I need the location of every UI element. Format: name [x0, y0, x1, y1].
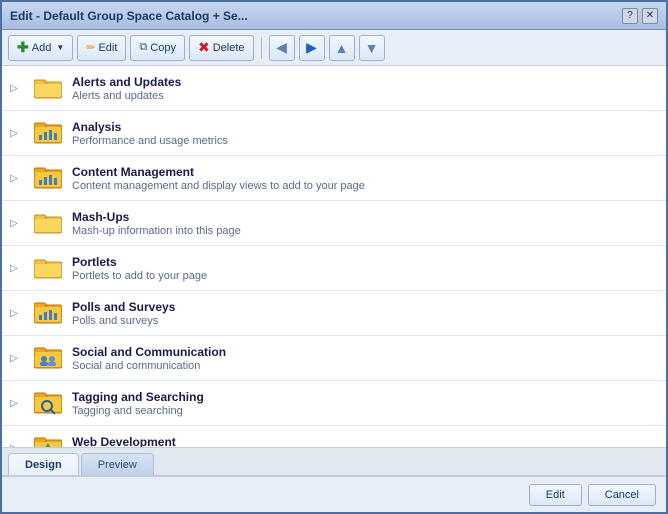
add-label: Add [32, 42, 52, 54]
copy-button[interactable]: ⧉ Copy [130, 35, 185, 61]
item-text-webdev: Web Development Web development [72, 435, 658, 449]
list-item-mashups[interactable]: ▷ Mash-Ups Mash-up information into this… [2, 201, 666, 246]
item-text-tagging: Tagging and Searching Tagging and search… [72, 390, 658, 417]
item-text-polls: Polls and Surveys Polls and surveys [72, 300, 658, 327]
delete-icon: ✖ [198, 39, 210, 56]
item-text-mashups: Mash-Ups Mash-up information into this p… [72, 210, 658, 237]
footer-edit-button[interactable]: Edit [529, 484, 582, 506]
main-window: Edit - Default Group Space Catalog + Se.… [0, 0, 668, 514]
item-icon-social [32, 342, 64, 374]
copy-icon: ⧉ [139, 41, 147, 54]
item-title: Alerts and Updates [72, 75, 658, 89]
item-title: Content Management [72, 165, 658, 179]
list-item-webdev[interactable]: ▷ Web Development Web development [2, 426, 666, 448]
window-title: Edit - Default Group Space Catalog + Se.… [10, 9, 248, 23]
list-item-social[interactable]: ▷ Social and Communication Social and co… [2, 336, 666, 381]
bottom-bar: Edit Cancel [2, 476, 666, 512]
expand-arrow: ▷ [10, 83, 24, 94]
nav-down-button[interactable]: ▼ [359, 35, 385, 61]
add-button[interactable]: ✚ Add ▼ [8, 35, 73, 61]
item-text-content: Content Management Content management an… [72, 165, 658, 192]
item-icon-polls [32, 297, 64, 329]
catalog-list: ▷ Alerts and Updates Alerts and updates … [2, 66, 666, 448]
list-item-polls[interactable]: ▷ Polls and Surveys Polls and surveys [2, 291, 666, 336]
expand-arrow: ▷ [10, 263, 24, 274]
expand-arrow: ▷ [10, 128, 24, 139]
nav-down-icon: ▼ [365, 40, 379, 56]
item-title: Portlets [72, 255, 658, 269]
item-subtitle: Alerts and updates [72, 90, 658, 102]
expand-arrow: ▷ [10, 398, 24, 409]
item-text-alerts: Alerts and Updates Alerts and updates [72, 75, 658, 102]
nav-up-button[interactable]: ▲ [329, 35, 355, 61]
item-title: Social and Communication [72, 345, 658, 359]
nav-right-button[interactable]: ▶ [299, 35, 325, 61]
item-text-analysis: Analysis Performance and usage metrics [72, 120, 658, 147]
tabs-area: DesignPreview [2, 448, 666, 476]
item-subtitle: Mash-up information into this page [72, 225, 658, 237]
list-item-portlets[interactable]: ▷ Portlets Portlets to add to your page [2, 246, 666, 291]
item-subtitle: Portlets to add to your page [72, 270, 658, 282]
toolbar: ✚ Add ▼ ✏ Edit ⧉ Copy ✖ Delete ◀ ▶ ▲ [2, 30, 666, 66]
item-title: Mash-Ups [72, 210, 658, 224]
item-title: Web Development [72, 435, 658, 449]
expand-arrow: ▷ [10, 218, 24, 229]
expand-arrow: ▷ [10, 353, 24, 364]
item-text-social: Social and Communication Social and comm… [72, 345, 658, 372]
copy-label: Copy [150, 42, 176, 54]
title-bar: Edit - Default Group Space Catalog + Se.… [2, 2, 666, 30]
add-dropdown-icon: ▼ [56, 43, 64, 52]
nav-up-icon: ▲ [335, 40, 349, 56]
nav-right-icon: ▶ [306, 39, 317, 56]
close-button[interactable]: ✕ [642, 8, 658, 24]
item-title: Tagging and Searching [72, 390, 658, 404]
tab-preview[interactable]: Preview [81, 453, 154, 475]
list-item-analysis[interactable]: ▷ Analysis Performance and usage metrics [2, 111, 666, 156]
nav-left-button[interactable]: ◀ [269, 35, 295, 61]
list-item-tagging[interactable]: ▷ Tagging and Searching Tagging and sear… [2, 381, 666, 426]
nav-left-icon: ◀ [276, 39, 287, 56]
item-title: Polls and Surveys [72, 300, 658, 314]
item-icon-portlets [32, 252, 64, 284]
help-button[interactable]: ? [622, 8, 638, 24]
toolbar-separator [261, 37, 262, 59]
footer-cancel-button[interactable]: Cancel [588, 484, 656, 506]
delete-button[interactable]: ✖ Delete [189, 35, 254, 61]
item-subtitle: Social and communication [72, 360, 658, 372]
item-icon-tagging [32, 387, 64, 419]
item-icon-alerts [32, 72, 64, 104]
list-item-alerts[interactable]: ▷ Alerts and Updates Alerts and updates [2, 66, 666, 111]
item-text-portlets: Portlets Portlets to add to your page [72, 255, 658, 282]
item-title: Analysis [72, 120, 658, 134]
edit-icon: ✏ [86, 41, 95, 54]
add-icon: ✚ [17, 39, 29, 56]
list-item-content[interactable]: ▷ Content Management Content management … [2, 156, 666, 201]
item-subtitle: Polls and surveys [72, 315, 658, 327]
tab-design[interactable]: Design [8, 453, 79, 475]
item-icon-content [32, 162, 64, 194]
item-icon-mashups [32, 207, 64, 239]
edit-button[interactable]: ✏ Edit [77, 35, 126, 61]
delete-label: Delete [213, 42, 245, 54]
item-icon-analysis [32, 117, 64, 149]
expand-arrow: ▷ [10, 173, 24, 184]
title-buttons: ? ✕ [622, 8, 658, 24]
item-subtitle: Tagging and searching [72, 405, 658, 417]
edit-label: Edit [98, 42, 117, 54]
item-icon-webdev [32, 432, 64, 448]
expand-arrow: ▷ [10, 308, 24, 319]
item-subtitle: Performance and usage metrics [72, 135, 658, 147]
item-subtitle: Content management and display views to … [72, 180, 658, 192]
